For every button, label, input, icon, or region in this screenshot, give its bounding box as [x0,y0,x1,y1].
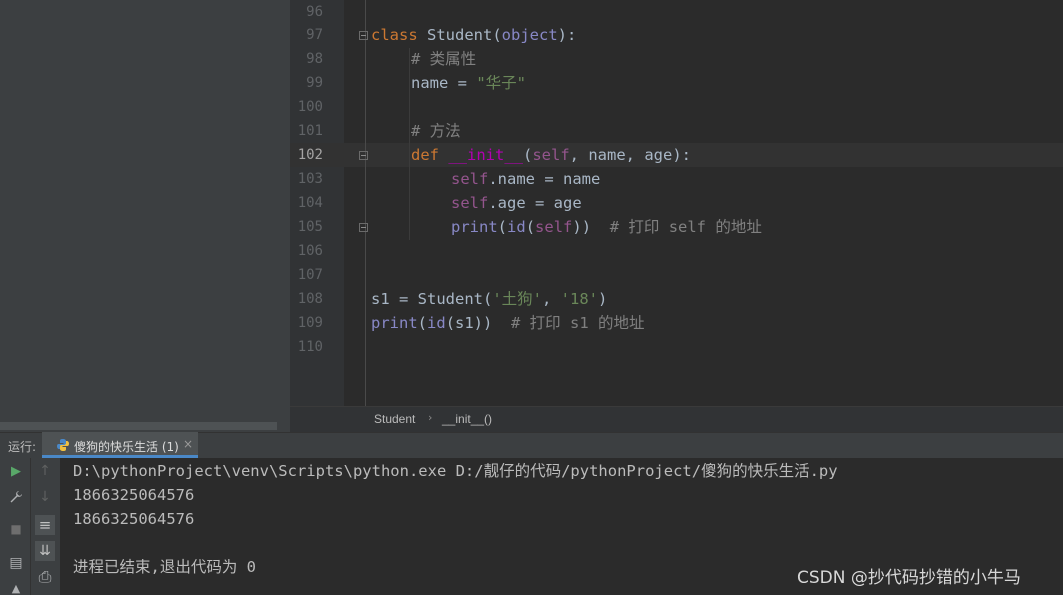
keyword: def [411,146,439,164]
pin-icon[interactable]: ▲ [6,582,26,595]
scroll-to-end-icon[interactable]: ⇊ [35,541,55,561]
close-icon[interactable]: × [183,437,193,451]
builtin: print [451,218,498,236]
code-text: , name, age): [569,146,691,164]
line-number: 104 [297,195,323,211]
run-tab-label: 傻狗的快乐生活 (1) [74,440,179,454]
project-panel [0,0,290,432]
indent-guide [409,48,410,240]
code-text: )) [572,218,592,236]
code-text: ( [523,146,533,164]
line-number: 101 [297,123,323,139]
string-literal: "华子" [476,74,526,92]
builtin: id [507,218,526,236]
wrench-icon[interactable] [6,490,26,507]
line-number: 109 [297,315,323,331]
builtin: id [427,314,446,332]
line-number: 99 [306,75,323,91]
soft-wrap-icon[interactable]: ≡ [35,515,55,535]
code-text: .age = age [488,194,582,212]
string-literal: '土狗' [492,290,542,308]
line-number: 105 [297,219,323,235]
breadcrumb-method[interactable]: __init__() [442,412,492,426]
line-number: 96 [306,4,323,20]
gutter-divider [365,0,366,406]
fold-marker-icon[interactable] [359,31,368,40]
string-literal: '18' [560,290,598,308]
code-text: ( [497,218,508,236]
keyword: class [371,26,418,44]
up-arrow-icon[interactable]: ↑ [35,463,55,479]
code-text: , [542,290,561,308]
code-line-104: self.age = age [451,191,582,215]
console-line-exit: 进程已结束,退出代码为 0 [73,558,256,576]
code-line-98: # 类属性 [411,50,477,68]
line-number: 103 [297,171,323,187]
code-line-102: def __init__(self, name, age): [411,143,691,167]
builtin: print [371,314,418,332]
code-line-97: class Student(object): [371,23,576,47]
fold-marker-icon[interactable] [359,151,368,160]
comment: # 打印 s1 的地址 [492,314,645,332]
code-line-109: print(id(s1)) # 打印 s1 的地址 [371,311,645,335]
fold-gutter [344,0,365,406]
dunder-method: __init__ [448,146,523,164]
python-icon [57,439,69,451]
code-line-108: s1 = Student('土狗', '18') [371,287,607,311]
code-text: ( [525,218,536,236]
code-text: .name = name [488,170,601,188]
layout-icon[interactable]: ▤ [6,555,26,571]
self-keyword: self [451,194,489,212]
fold-marker-icon[interactable] [359,223,368,232]
code-text: s1 = Student( [371,290,493,308]
comment: # 打印 self 的地址 [591,218,762,236]
self-keyword: self [532,146,570,164]
code-text: (s1)) [445,314,493,332]
self-keyword: self [535,218,573,236]
project-panel-scrollbar[interactable] [0,422,277,430]
console-line: 1866325064576 [73,486,195,504]
console-line-command: D:\pythonProject\venv\Scripts\python.exe… [73,462,838,480]
run-panel-label: 运行: [8,440,37,454]
print-icon[interactable]: ⎙ [35,567,55,587]
code-text: ( [417,314,428,332]
stop-icon[interactable]: ■ [6,522,26,536]
builtin: object [501,26,558,44]
code-line-99: name = "华子" [411,71,526,95]
line-number: 98 [306,51,323,67]
code-line-105: print(id(self)) # 打印 self 的地址 [451,215,762,239]
code-text: ): [557,26,577,44]
line-number: 107 [297,267,323,283]
line-number: 108 [297,291,323,307]
code-line-101: # 方法 [411,122,461,140]
line-number-active: 102 [297,147,323,163]
line-number: 106 [297,243,323,259]
breadcrumb-class[interactable]: Student [374,412,415,426]
console-line: 1866325064576 [73,510,195,528]
breadcrumb-chevron-icon: › [428,411,433,424]
line-number: 110 [297,339,323,355]
down-arrow-icon[interactable]: ↓ [35,489,55,505]
line-number: 100 [297,99,323,115]
code-line-103: self.name = name [451,167,600,191]
code-text: Student( [417,26,502,44]
code-text: ) [598,290,608,308]
run-icon[interactable]: ▶ [6,464,26,479]
line-number: 97 [306,27,323,43]
code-text: name = [411,74,477,92]
watermark: CSDN @抄代码抄错的小牛马 [797,568,1021,588]
self-keyword: self [451,170,489,188]
